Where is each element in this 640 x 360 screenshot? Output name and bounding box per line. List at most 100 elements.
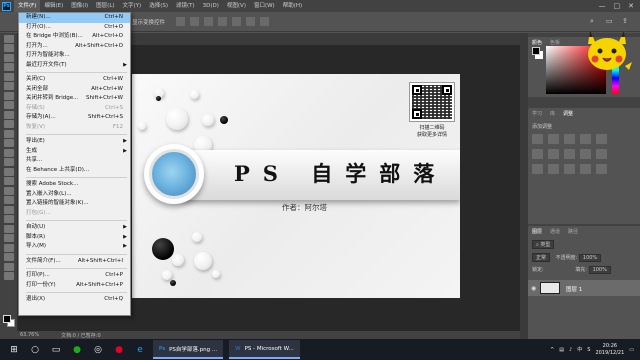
tool-icon[interactable] [3, 215, 14, 223]
file-menu-item[interactable]: 在 Bridge 中浏览(B)... Alt+Ctrl+O [19, 32, 130, 42]
tool-icon[interactable] [3, 158, 14, 166]
file-menu-item[interactable]: 文件简介(F)... Alt+Shift+Ctrl+I [19, 257, 130, 267]
notifications-icon[interactable]: ▭ [629, 347, 634, 353]
menu-10[interactable]: 帮助(H) [279, 0, 306, 12]
tab-color[interactable]: 颜色 [532, 39, 542, 46]
tool-icon[interactable] [3, 177, 14, 185]
document-canvas[interactable]: PS 自学部落 作者：阿尔塔 扫描二维码 获取更多详情 [132, 74, 460, 298]
tool-icon[interactable] [3, 224, 14, 233]
qq-icon[interactable]: ◎ [91, 343, 105, 357]
color-lookup-icon[interactable] [532, 164, 543, 174]
tool-icon[interactable] [3, 72, 14, 81]
file-menu-item[interactable]: 置入链接的智能对象(K)... [19, 199, 130, 209]
ie-icon[interactable]: e [133, 343, 147, 357]
align-top-icon[interactable] [218, 17, 227, 26]
search-icon[interactable]: ○ [28, 343, 42, 357]
file-menu-item[interactable]: 在 Behance 上共享(D)... [19, 166, 130, 176]
layer-name[interactable]: 图层 1 [566, 285, 582, 293]
network-icon[interactable]: ▤ [559, 347, 564, 353]
minimize-icon[interactable]: — [599, 2, 606, 10]
task-word[interactable]: W PS - Microsoft W... [229, 340, 300, 359]
levels-icon[interactable] [548, 134, 559, 144]
file-menu-item[interactable]: 生成 ▶ [19, 147, 130, 157]
channel-mixer-icon[interactable] [596, 149, 607, 159]
file-menu-item[interactable]: 脚本(R) ▶ [19, 233, 130, 243]
netease-music-icon[interactable]: ● [112, 343, 126, 357]
tool-icon[interactable] [3, 110, 14, 119]
menu-6[interactable]: 滤镜(T) [172, 0, 199, 12]
distribute-icon[interactable] [260, 17, 269, 26]
tool-icon[interactable] [3, 120, 14, 128]
tool-icon[interactable] [3, 205, 14, 214]
align-right-icon[interactable] [204, 17, 213, 26]
gradient-map-icon[interactable] [596, 164, 607, 174]
tab-libraries[interactable]: 库 [550, 110, 555, 117]
file-menu-item[interactable]: 打印一份(Y) Alt+Shift+Ctrl+P [19, 281, 130, 291]
menu-2[interactable]: 图像(I) [67, 0, 92, 12]
threshold-icon[interactable] [580, 164, 591, 174]
hue-saturation-icon[interactable] [532, 149, 543, 159]
black-white-icon[interactable] [564, 149, 575, 159]
tool-icon[interactable] [3, 243, 14, 252]
menu-1[interactable]: 编辑(E) [40, 0, 67, 12]
photo-filter-icon[interactable] [580, 149, 591, 159]
tool-icon[interactable] [3, 129, 14, 138]
brightness-icon[interactable] [532, 134, 543, 144]
file-menu-item[interactable]: 最近打开文件(T) ▶ [19, 61, 130, 71]
menu-3[interactable]: 图层(L) [92, 0, 118, 12]
tool-icon[interactable] [3, 34, 14, 43]
invert-icon[interactable] [548, 164, 559, 174]
file-menu-item[interactable]: 导出(E) ▶ [19, 137, 130, 147]
menu-7[interactable]: 3D(D) [199, 0, 223, 12]
visibility-eye-icon[interactable]: ◉ [531, 285, 536, 292]
tab-learn[interactable]: 学习 [532, 110, 542, 117]
align-center-icon[interactable] [190, 17, 199, 26]
file-menu-item[interactable]: 关闭全部 Alt+Ctrl+W [19, 85, 130, 95]
tab-swatches[interactable]: 色板 [550, 39, 560, 46]
menu-4[interactable]: 文字(Y) [119, 0, 146, 12]
tab-adjustments[interactable]: 调整 [563, 110, 573, 117]
file-menu-item[interactable]: 打印(P)... Ctrl+P [19, 271, 130, 281]
layer-row[interactable]: ◉ 图层 1 [528, 280, 640, 296]
file-menu-item[interactable]: 打开(O)... Ctrl+O [19, 23, 130, 33]
file-menu-item[interactable]: 搜索 Adobe Stock... [19, 180, 130, 190]
file-menu-item[interactable]: 置入嵌入对象(L)... [19, 190, 130, 200]
clock[interactable]: 20:26 2019/12/21 [595, 343, 624, 357]
file-menu-item[interactable]: 共享... [19, 156, 130, 166]
tab-layers[interactable]: 图层 [532, 228, 542, 235]
file-menu-item[interactable]: 关闭并转到 Bridge... Shift+Ctrl+W [19, 94, 130, 104]
menu-0[interactable]: 文件(F) [14, 0, 41, 12]
tab-paths[interactable]: 路径 [568, 228, 578, 235]
menu-9[interactable]: 窗口(W) [250, 0, 279, 12]
tool-icon[interactable] [3, 53, 14, 62]
color-balance-icon[interactable] [548, 149, 559, 159]
tool-icon[interactable] [3, 44, 14, 52]
curves-icon[interactable] [564, 134, 575, 144]
layer-kind-filter[interactable]: ⌕ 类型 [532, 240, 555, 249]
tool-icon[interactable] [3, 91, 14, 100]
opacity-input[interactable]: 100% [578, 254, 602, 262]
tab-channels[interactable]: 通道 [550, 228, 560, 235]
windows-start-icon[interactable]: ⊞ [7, 343, 21, 357]
tool-icon[interactable] [3, 139, 14, 147]
file-menu-item[interactable]: 关闭(C) Ctrl+W [19, 75, 130, 85]
exposure-icon[interactable] [580, 134, 591, 144]
task-view-icon[interactable]: ▭ [49, 343, 63, 357]
menu-5[interactable]: 选择(S) [145, 0, 172, 12]
file-menu-item[interactable]: 新建(N)... Ctrl+N [19, 13, 130, 23]
tool-icon[interactable] [3, 234, 14, 242]
file-menu-item[interactable]: 退出(X) Ctrl+Q [19, 295, 130, 305]
tool-icon[interactable] [3, 82, 14, 90]
close-icon[interactable]: ✕ [628, 2, 634, 10]
maximize-icon[interactable]: □ [614, 2, 621, 10]
file-menu-item[interactable]: 打开为... Alt+Shift+Ctrl+O [19, 42, 130, 52]
file-menu-item[interactable]: 导入(M) ▶ [19, 242, 130, 252]
color-swatches[interactable] [3, 315, 15, 327]
task-photoshop[interactable]: Ps PS自学部落.png ... [153, 340, 224, 359]
tool-icon[interactable] [3, 63, 14, 71]
align-bottom-icon[interactable] [246, 17, 255, 26]
file-menu-item[interactable]: 存储为(A)... Shift+Ctrl+S [19, 113, 130, 123]
zoom-level[interactable]: 63.76% [20, 332, 39, 338]
volume-icon[interactable]: ♪ [569, 347, 572, 353]
vibrance-icon[interactable] [596, 134, 607, 144]
